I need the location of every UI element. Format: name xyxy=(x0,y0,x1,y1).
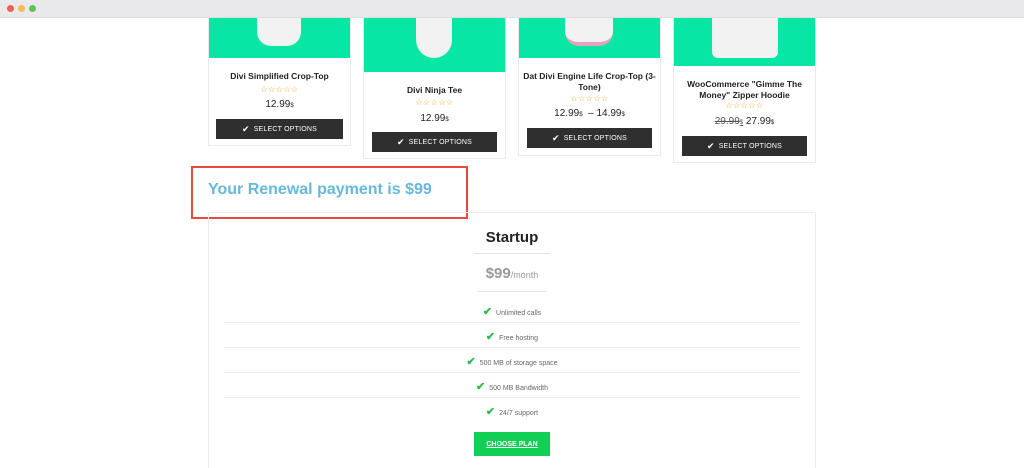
price-value: 12.99 xyxy=(265,99,291,110)
divider xyxy=(224,397,800,398)
crop-top-image xyxy=(257,18,301,46)
check-icon: ✔ xyxy=(706,140,715,151)
plan-feature: ✔ 24/7 support xyxy=(0,405,1024,418)
product-price-range: 12.99$ – 14.99$ xyxy=(518,108,661,119)
crop-top-image xyxy=(565,18,613,46)
check-icon: ✔ xyxy=(396,136,405,147)
sale-price-value: 27.99 xyxy=(745,116,771,127)
product-name[interactable]: WooCommerce "Gimme The Money" Zipper Hoo… xyxy=(673,79,816,101)
hoodie-image xyxy=(712,18,778,58)
plan-feature: ✔ Unlimited calls xyxy=(0,305,1024,318)
feature-label: 500 MB Bandwidth xyxy=(489,385,548,392)
button-label: SELECT OPTIONS xyxy=(718,142,783,150)
feature-label: Unlimited calls xyxy=(496,310,542,317)
button-label: SELECT OPTIONS xyxy=(253,125,318,133)
tee-image xyxy=(416,18,452,58)
feature-label: 24/7 support xyxy=(499,410,539,417)
price-low: 12.99 xyxy=(554,108,580,119)
price-value: 12.99 xyxy=(420,113,446,124)
button-label: SELECT OPTIONS xyxy=(563,134,628,142)
product-price: 12.99$ xyxy=(208,99,351,110)
close-window-button[interactable] xyxy=(7,5,14,12)
maximize-window-button[interactable] xyxy=(29,5,36,12)
plan-price-amount: $99 xyxy=(485,265,511,282)
product-image[interactable] xyxy=(674,18,815,66)
renewal-payment-text: Your Renewal payment is $99 xyxy=(208,181,432,198)
plan-feature: ✔ 500 MB of storage space xyxy=(0,355,1024,368)
product-price: 29.99$ 27.99$ xyxy=(673,116,816,127)
divider xyxy=(224,347,800,348)
button-label: SELECT OPTIONS xyxy=(408,138,473,146)
plan-title: Startup xyxy=(485,229,539,246)
plan-price-period: /month xyxy=(510,270,539,280)
divider xyxy=(224,372,800,373)
currency-symbol: $ xyxy=(445,117,449,123)
currency-symbol: $ xyxy=(739,120,744,126)
divider xyxy=(224,322,800,323)
checkmark-icon: ✔ xyxy=(482,306,493,318)
currency-symbol: $ xyxy=(621,112,625,118)
product-price: 12.99$ xyxy=(363,113,506,124)
divider xyxy=(474,253,550,254)
currency-symbol: $ xyxy=(290,103,294,109)
checkmark-icon: ✔ xyxy=(485,406,496,418)
checkmark-icon: ✔ xyxy=(466,356,476,368)
plan-price: $99/month xyxy=(0,265,1024,283)
select-options-button[interactable]: ✔ SELECT OPTIONS xyxy=(682,136,807,156)
star-rating: ☆☆☆☆☆ xyxy=(570,94,609,103)
feature-label: 500 MB of storage space xyxy=(479,360,558,367)
product-name[interactable]: Divi Ninja Tee xyxy=(363,85,506,96)
check-icon: ✔ xyxy=(551,132,560,143)
check-icon: ✔ xyxy=(241,123,250,134)
currency-symbol: $ xyxy=(579,112,583,118)
product-name[interactable]: Divi Simplified Crop-Top xyxy=(208,71,351,82)
product-image[interactable] xyxy=(364,18,505,72)
product-image[interactable] xyxy=(519,18,660,58)
checkmark-icon: ✔ xyxy=(485,331,496,343)
plan-feature: ✔ 500 MB Bandwidth xyxy=(0,380,1024,393)
select-options-button[interactable]: ✔ SELECT OPTIONS xyxy=(372,132,497,152)
select-options-button[interactable]: ✔ SELECT OPTIONS xyxy=(527,128,652,148)
product-image[interactable] xyxy=(209,18,350,58)
old-price-value: 29.99 xyxy=(714,116,740,127)
checkmark-icon: ✔ xyxy=(476,381,486,393)
feature-label: Free hosting xyxy=(499,335,539,342)
range-separator: – xyxy=(588,108,594,119)
star-rating: ☆☆☆☆☆ xyxy=(260,85,299,94)
currency-symbol: $ xyxy=(770,120,775,126)
minimize-window-button[interactable] xyxy=(18,5,25,12)
plan-feature: ✔ Free hosting xyxy=(0,330,1024,343)
product-name[interactable]: Dat Divi Engine Life Crop-Top (3-Tone) xyxy=(518,71,661,93)
price-high: 14.99 xyxy=(596,108,622,119)
divider xyxy=(478,291,546,292)
original-price: 29.99$ xyxy=(715,116,743,127)
choose-plan-button[interactable]: CHOOSE PLAN xyxy=(474,432,550,456)
star-rating: ☆☆☆☆☆ xyxy=(415,98,454,107)
browser-titlebar xyxy=(0,0,1024,18)
star-rating: ☆☆☆☆☆ xyxy=(725,101,764,110)
select-options-button[interactable]: ✔ SELECT OPTIONS xyxy=(216,119,343,139)
